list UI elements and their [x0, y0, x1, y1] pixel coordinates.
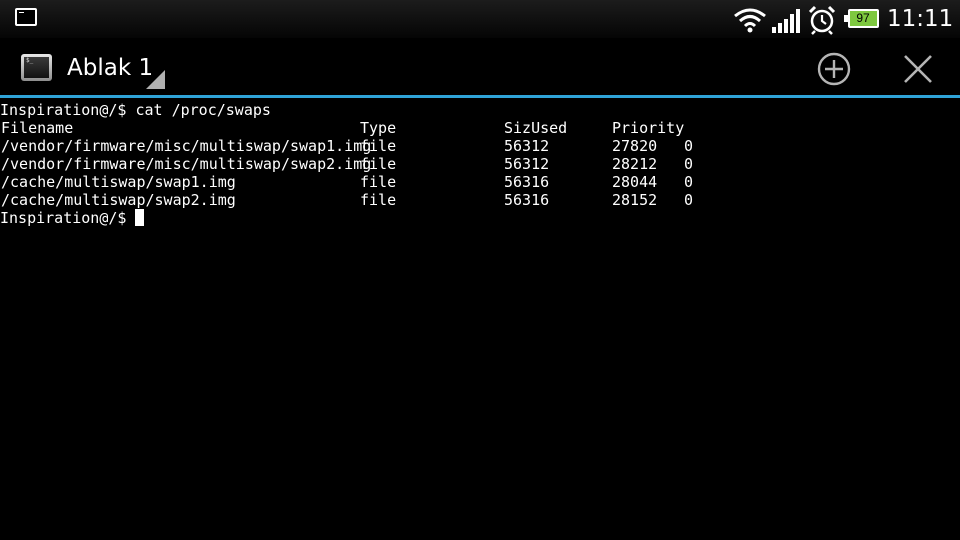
row-priority: 0: [684, 173, 694, 191]
plus-circle-icon: [817, 52, 851, 86]
table-row: /cache/multiswap/swap2.img file 56316 28…: [0, 191, 960, 209]
row-type: file: [360, 191, 397, 209]
header-priority: Priority: [612, 119, 685, 137]
row-used: 28152: [612, 191, 658, 209]
row-filename: /cache/multiswap/swap1.img: [1, 173, 236, 191]
header-filename: Filename: [1, 119, 74, 137]
row-used: 27820: [612, 137, 658, 155]
row-size: 56312: [504, 137, 550, 155]
text-cursor: [135, 209, 145, 226]
row-type: file: [360, 173, 397, 191]
prompt: Inspiration@/$: [0, 209, 127, 227]
battery-level: 97: [856, 11, 870, 25]
terminal-output[interactable]: Inspiration@/$ cat /proc/swaps Filename …: [0, 101, 960, 540]
row-filename: /vendor/firmware/misc/multiswap/swap2.im…: [1, 155, 372, 173]
table-row: /vendor/firmware/misc/multiswap/swap2.im…: [0, 155, 960, 173]
signal-icon: [772, 9, 800, 33]
prompt-line: Inspiration@/$: [0, 209, 960, 227]
command: cat /proc/swaps: [126, 101, 271, 119]
alarm-icon: [808, 5, 836, 35]
header-type: Type: [360, 119, 397, 137]
row-size: 56316: [504, 173, 550, 191]
status-bar: 97 11:11: [0, 0, 960, 38]
clock: 11:11: [887, 6, 954, 32]
table-row: /vendor/firmware/misc/multiswap/swap1.im…: [0, 137, 960, 155]
row-size: 56316: [504, 191, 550, 209]
table-row: /cache/multiswap/swap1.img file 56316 28…: [0, 173, 960, 191]
table-header: Filename Type SizUsed Priority: [0, 119, 960, 137]
row-priority: 0: [684, 137, 694, 155]
new-window-button[interactable]: [816, 51, 852, 87]
close-icon: [904, 55, 932, 83]
command-line: Inspiration@/$ cat /proc/swaps: [0, 101, 960, 119]
row-size: 56312: [504, 155, 550, 173]
close-window-button[interactable]: [901, 52, 935, 86]
row-priority: 0: [684, 155, 694, 173]
row-used: 28044: [612, 173, 658, 191]
prompt: Inspiration@/$: [0, 101, 127, 119]
action-bar-divider: [0, 95, 960, 98]
android-screen: 97 11:11 Ablak 1 Inspiration@/$ cat /pro…: [0, 0, 960, 540]
wifi-icon: [734, 8, 766, 33]
row-type: file: [360, 137, 397, 155]
row-filename: /cache/multiswap/swap2.img: [1, 191, 236, 209]
terminal-notification-icon: [15, 8, 37, 26]
row-filename: /vendor/firmware/misc/multiswap/swap1.im…: [1, 137, 372, 155]
header-size-used: SizUsed: [504, 119, 568, 137]
row-used: 28212: [612, 155, 658, 173]
row-type: file: [360, 155, 397, 173]
terminal-app-icon: [21, 54, 52, 81]
window-dropdown-indicator[interactable]: [146, 70, 165, 89]
row-priority: 0: [684, 191, 694, 209]
window-title[interactable]: Ablak 1: [67, 53, 153, 83]
